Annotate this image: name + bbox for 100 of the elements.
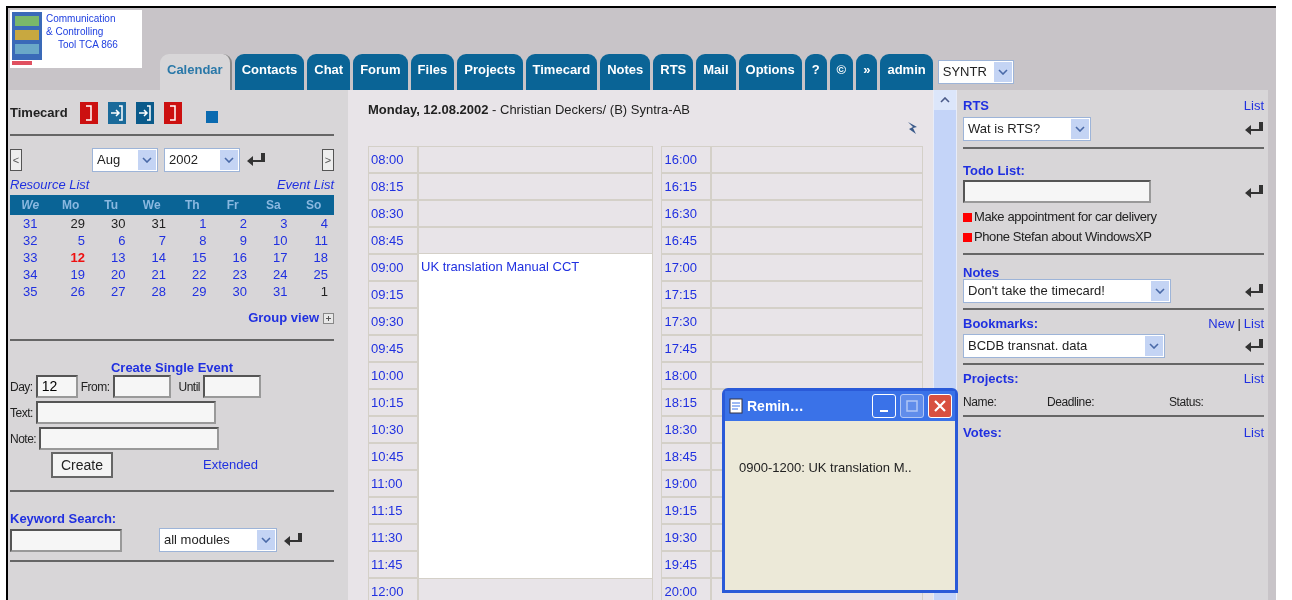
minimize-button[interactable] xyxy=(872,394,896,418)
slot-cell[interactable] xyxy=(711,281,923,308)
calendar-day[interactable]: 29 xyxy=(50,215,91,232)
time-cell[interactable]: 19:45 xyxy=(661,551,712,578)
time-cell[interactable]: 17:30 xyxy=(661,308,712,335)
time-cell[interactable]: 09:00 xyxy=(368,254,418,281)
calendar-day[interactable]: 25 xyxy=(293,266,334,283)
time-cell[interactable]: 18:45 xyxy=(661,443,712,470)
calendar-day[interactable]: 1 xyxy=(293,283,334,300)
time-cell[interactable]: 08:15 xyxy=(368,173,418,200)
tab[interactable]: » xyxy=(856,54,878,90)
calendar-day[interactable]: 18 xyxy=(293,249,334,266)
calendar-day[interactable]: 15 xyxy=(172,249,213,266)
calendar-day[interactable]: 16 xyxy=(212,249,253,266)
time-cell[interactable]: 08:00 xyxy=(368,146,418,173)
time-cell[interactable]: 10:45 xyxy=(368,443,418,470)
calendar-day[interactable]: 2 xyxy=(212,215,253,232)
time-cell[interactable]: 10:15 xyxy=(368,389,418,416)
clock-in-icon[interactable] xyxy=(107,102,126,124)
time-cell[interactable]: 19:30 xyxy=(661,524,712,551)
slot-cell[interactable] xyxy=(711,308,923,335)
calendar-day[interactable]: 24 xyxy=(253,266,294,283)
clock-out-icon[interactable] xyxy=(79,102,98,124)
todo-item[interactable]: Phone Stefan about WindowsXP xyxy=(974,227,1152,247)
week-number[interactable]: 31 xyxy=(10,215,51,232)
day-field[interactable]: 12 xyxy=(35,375,78,398)
slot-cell[interactable] xyxy=(418,200,654,227)
event-list-link[interactable]: Event List xyxy=(276,177,334,193)
slot-cell[interactable] xyxy=(711,254,923,281)
calendar-day[interactable]: 7 xyxy=(131,232,172,249)
time-cell[interactable]: 08:30 xyxy=(368,200,418,227)
slot-cell[interactable]: UK translation Manual CCT xyxy=(418,254,654,281)
time-cell[interactable]: 19:15 xyxy=(661,497,712,524)
slot-cell[interactable] xyxy=(711,200,923,227)
calendar-day[interactable]: 21 xyxy=(131,266,172,283)
time-cell[interactable]: 16:30 xyxy=(661,200,712,227)
enter-icon[interactable] xyxy=(1244,183,1264,200)
calendar-day[interactable]: 27 xyxy=(91,283,132,300)
calendar-day[interactable]: 4 xyxy=(293,215,334,232)
tab[interactable]: ? xyxy=(804,54,827,90)
tab[interactable]: Forum xyxy=(353,54,408,90)
time-cell[interactable]: 17:45 xyxy=(661,335,712,362)
todo-item[interactable]: Make appointment for car delivery xyxy=(974,207,1157,227)
module-dropdown[interactable]: all modules xyxy=(159,528,277,552)
extended-link[interactable]: Extended xyxy=(203,455,258,475)
slot-cell[interactable] xyxy=(711,146,923,173)
time-cell[interactable]: 11:45 xyxy=(368,551,418,578)
tab[interactable]: Files xyxy=(410,54,455,90)
until-field[interactable] xyxy=(203,375,262,398)
tab[interactable]: RTS xyxy=(653,54,694,90)
calendar-day[interactable]: 9 xyxy=(212,232,253,249)
week-number[interactable]: 34 xyxy=(10,266,51,283)
enter-icon[interactable] xyxy=(1244,283,1264,299)
tab[interactable]: Projects xyxy=(457,54,523,90)
calendar-day[interactable]: 20 xyxy=(91,266,132,283)
time-cell[interactable]: 17:00 xyxy=(661,254,712,281)
tab[interactable]: Options xyxy=(738,54,802,90)
group-view-link[interactable]: Group view xyxy=(248,308,319,328)
calendar-day[interactable]: 29 xyxy=(172,283,213,300)
time-cell[interactable]: 20:00 xyxy=(661,578,712,600)
calendar-day[interactable]: 11 xyxy=(293,232,334,249)
time-cell[interactable]: 18:00 xyxy=(661,362,712,389)
notes-dropdown[interactable]: Don't take the timecard! xyxy=(963,279,1171,303)
calendar-day[interactable]: 30 xyxy=(91,215,132,232)
list-link[interactable]: List xyxy=(1243,423,1264,439)
close-button[interactable] xyxy=(928,394,952,418)
time-cell[interactable]: 18:15 xyxy=(661,389,712,416)
tab[interactable]: © xyxy=(829,54,854,90)
enter-icon[interactable] xyxy=(1244,121,1264,137)
month-dropdown[interactable]: Aug xyxy=(92,148,158,172)
week-number[interactable]: 32 xyxy=(10,232,51,249)
calendar-day[interactable]: 22 xyxy=(172,266,213,283)
tab[interactable]: Calendar xyxy=(160,54,232,90)
slot-cell[interactable] xyxy=(418,146,654,173)
todo-field[interactable] xyxy=(963,180,1151,203)
calendar-day[interactable]: 19 xyxy=(50,266,91,283)
time-cell[interactable]: 12:00 xyxy=(368,578,418,600)
time-cell[interactable]: 18:30 xyxy=(661,416,712,443)
calendar-day[interactable]: 6 xyxy=(91,232,132,249)
previous-month-button[interactable]: < xyxy=(10,149,22,171)
clock-out-icon[interactable] xyxy=(163,102,182,124)
square-icon[interactable] xyxy=(205,111,218,123)
enter-icon[interactable] xyxy=(246,152,266,168)
tab[interactable]: Timecard xyxy=(525,54,598,90)
clock-in-icon[interactable] xyxy=(135,102,154,124)
note-field[interactable] xyxy=(39,427,220,450)
slot-cell[interactable] xyxy=(711,335,923,362)
bookmarks-dropdown[interactable]: BCDB transnat. data xyxy=(963,334,1165,358)
site-dropdown[interactable]: SYNTR xyxy=(937,60,1014,84)
calendar-day[interactable]: 13 xyxy=(91,249,132,266)
time-cell[interactable]: 09:15 xyxy=(368,281,418,308)
time-cell[interactable]: 11:15 xyxy=(368,497,418,524)
resource-list-link[interactable]: Resource List xyxy=(10,177,90,193)
calendar-day[interactable]: 1 xyxy=(172,215,213,232)
calendar-day[interactable]: 31 xyxy=(253,283,294,300)
enter-icon[interactable] xyxy=(1244,338,1264,354)
calendar-day[interactable]: 28 xyxy=(131,283,172,300)
from-field[interactable] xyxy=(112,375,171,398)
enter-icon[interactable] xyxy=(283,532,303,548)
time-cell[interactable]: 09:45 xyxy=(368,335,418,362)
